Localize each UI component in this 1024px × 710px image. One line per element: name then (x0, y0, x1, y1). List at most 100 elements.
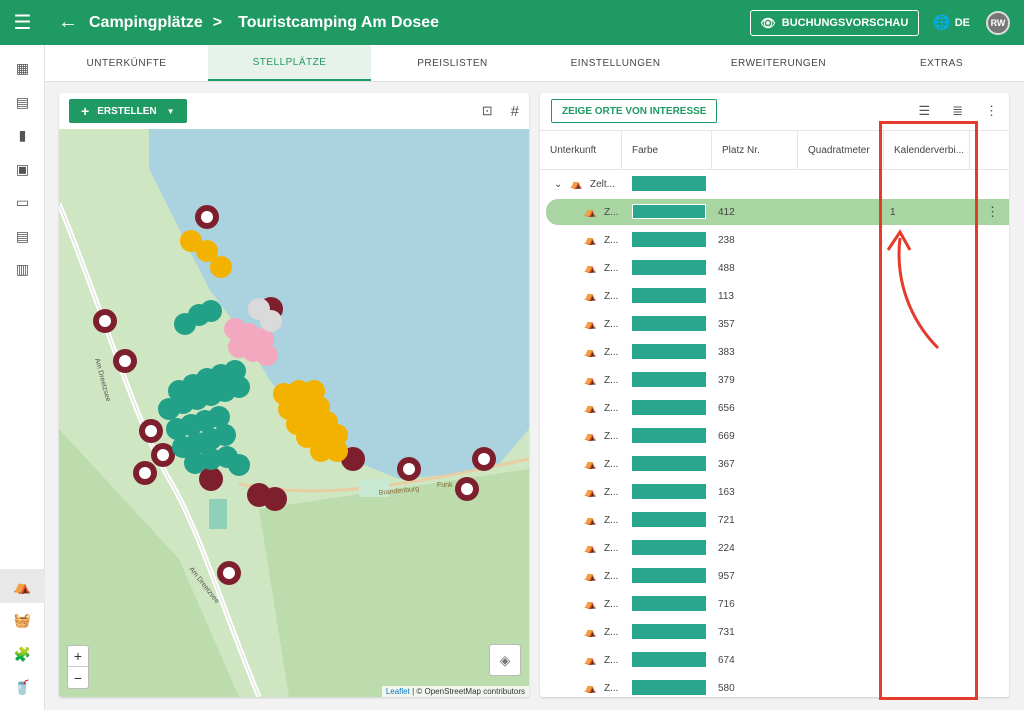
color-swatch (632, 204, 706, 219)
row-label: Z... (604, 682, 619, 694)
map-attribution: Leaflet | © OpenStreetMap contributors (381, 686, 529, 697)
place-label-2: Funk (437, 482, 453, 489)
menu-icon[interactable]: ☰ (0, 0, 45, 45)
pitch-number: 379 (718, 374, 735, 386)
pitch-number: 383 (718, 346, 735, 358)
filter-icon[interactable]: ☰ (918, 103, 930, 119)
pitch-number: 238 (718, 234, 735, 246)
booking-preview-label: BUCHUNGSVORSCHAU (781, 16, 909, 29)
color-swatch (632, 176, 706, 191)
color-swatch (632, 232, 706, 247)
column-pitch-number[interactable]: Platz Nr. (712, 131, 798, 170)
tent-icon: ⛺ (570, 178, 583, 190)
event-icon[interactable]: ▣ (0, 152, 45, 186)
pitch-number: 656 (718, 402, 735, 414)
tent-icon: ⛺ (584, 598, 597, 610)
map-toolbar: + ERSTELLEN ▼ ⊡ # (59, 93, 529, 129)
row-label: Z... (604, 654, 619, 666)
calendar-icon[interactable]: ▤ (0, 85, 45, 119)
tab-pitches[interactable]: STELLPLÄTZE (208, 45, 371, 81)
map-card: + ERSTELLEN ▼ ⊡ # Am Dreetzsee Am Dreetz… (59, 93, 529, 697)
color-swatch (632, 260, 706, 275)
pitch-number: 113 (718, 290, 734, 302)
tent-icon: ⛺ (584, 654, 597, 666)
row-label: Z... (604, 206, 619, 218)
pitch-number: 716 (718, 598, 735, 610)
tab-extensions[interactable]: ERWEITERUNGEN (697, 45, 860, 81)
pitch-number: 412 (718, 206, 735, 218)
avatar[interactable]: RW (986, 10, 1010, 35)
create-button[interactable]: + ERSTELLEN ▼ (69, 99, 187, 123)
pitch-number: 957 (718, 570, 735, 582)
layers-icon[interactable]: ◈ (489, 644, 521, 676)
tab-settings[interactable]: EINSTELLUNGEN (534, 45, 697, 81)
column-color[interactable]: Farbe (622, 131, 712, 170)
receipt-icon[interactable]: ▥ (0, 252, 45, 286)
app-bar: ☰ ← Campingplätze > Touristcamping Am Do… (0, 0, 1024, 45)
breadcrumb-current: Touristcamping Am Dosee (238, 13, 440, 31)
row-label: Z... (604, 598, 619, 610)
focus-icon[interactable]: ⊡ (482, 103, 493, 119)
globe-icon: 🌐 (933, 14, 951, 30)
puzzle-icon[interactable]: 🧩 (0, 637, 45, 671)
dashboard-icon[interactable]: ▦ (0, 51, 45, 85)
leaflet-link[interactable]: Leaflet (386, 687, 410, 696)
row-label: Z... (604, 234, 619, 246)
cup-icon[interactable]: 🥤 (0, 670, 45, 704)
columns-icon[interactable]: ≣ (952, 103, 963, 119)
more-vert-icon[interactable]: ⋮ (985, 103, 998, 119)
hash-icon[interactable]: # (511, 103, 519, 120)
zoom-in-button[interactable]: + (68, 646, 88, 667)
row-label: Z... (604, 458, 619, 470)
show-poi-button[interactable]: ZEIGE ORTE VON INTERESSE (551, 99, 718, 123)
row-more-icon[interactable]: ⋮ (986, 198, 999, 226)
tab-extras[interactable]: EXTRAS (860, 45, 1023, 81)
side-nav: ▦ ▤ ▮ ▣ ▭ ▤ ▥ ⛺ 🧺 🧩 🥤 (0, 45, 45, 710)
booking-preview-button[interactable]: 👁 BUCHUNGSVORSCHAU (749, 9, 920, 36)
pitch-number: 580 (718, 682, 735, 694)
color-swatch (632, 596, 706, 611)
document-icon[interactable]: ▤ (0, 219, 45, 253)
expand-chevron-icon[interactable]: ⌄ (554, 170, 562, 198)
dropdown-icon: ▼ (166, 106, 175, 116)
back-arrow-icon[interactable]: ← (53, 11, 83, 34)
tent-icon: ⛺ (584, 682, 597, 694)
tent-icon: ⛺ (584, 570, 597, 582)
color-swatch (632, 652, 706, 667)
tent-icon: ⛺ (584, 262, 597, 274)
tent-icon: ⛺ (584, 318, 597, 330)
map[interactable]: Am Dreetzsee Am Dreetzsee Brandenburg Fu… (59, 129, 529, 697)
pitch-number: 721 (718, 514, 735, 526)
pitch-number: 669 (718, 430, 735, 442)
row-label: Z... (604, 626, 619, 638)
book-icon[interactable]: ▮ (0, 118, 45, 152)
tent-icon[interactable]: ⛺ (0, 569, 45, 603)
column-accommodation[interactable]: Unterkunft (540, 131, 622, 170)
basket-icon[interactable]: 🧺 (0, 603, 45, 637)
tab-bar: UNTERKÜNFTE STELLPLÄTZE PREISLISTEN EINS… (45, 45, 1024, 82)
color-swatch (632, 568, 706, 583)
pitch-number: 163 (718, 486, 735, 498)
zoom-out-button[interactable]: − (68, 667, 88, 688)
tent-icon: ⛺ (584, 458, 597, 470)
breadcrumb-campsites[interactable]: Campingplätze (89, 14, 203, 32)
credit-card-icon[interactable]: ▭ (0, 185, 45, 219)
map-canvas[interactable]: Am Dreetzsee Am Dreetzsee Brandenburg Fu… (59, 129, 529, 697)
color-swatch (632, 512, 706, 527)
tab-price-lists[interactable]: PREISLISTEN (371, 45, 534, 81)
row-label: Z... (604, 402, 619, 414)
column-square-meters[interactable]: Quadratmeter (798, 131, 884, 170)
row-label: Z... (604, 486, 619, 498)
group-label: Zelt... (590, 178, 616, 190)
row-label: Z... (604, 570, 619, 582)
pitch-number: 357 (718, 318, 735, 330)
pitch-number: 367 (718, 458, 735, 470)
color-swatch (632, 400, 706, 415)
tab-accommodations[interactable]: UNTERKÜNFTE (45, 45, 208, 81)
pitch-number: 731 (718, 626, 735, 638)
language-selector[interactable]: 🌐 DE (933, 14, 970, 31)
tent-icon: ⛺ (584, 290, 597, 302)
osm-attribution: | © OpenStreetMap contributors (412, 687, 525, 696)
eye-icon: 👁 (760, 15, 776, 30)
row-label: Z... (604, 514, 619, 526)
